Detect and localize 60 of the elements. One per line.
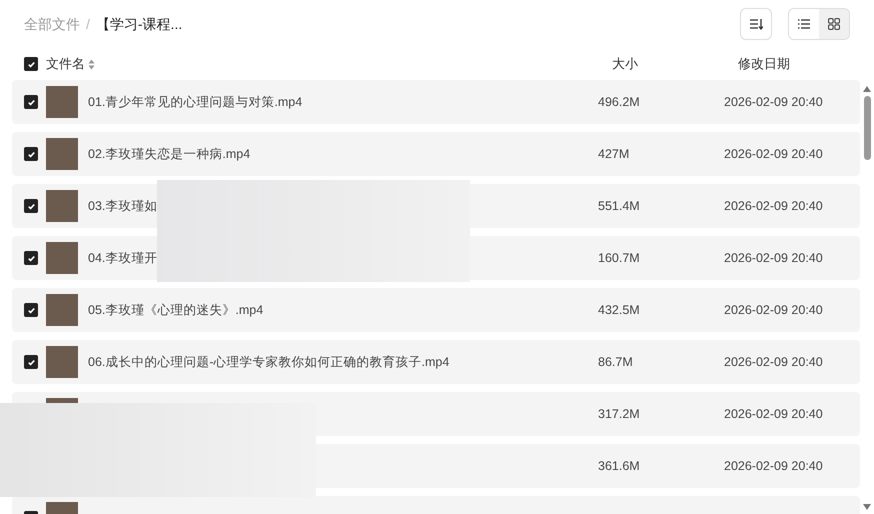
checkbox[interactable] (24, 251, 38, 265)
modified-date: 2026-02-09 20:40 (724, 406, 824, 423)
file-size: 432.5M (598, 302, 641, 319)
check-icon (26, 358, 36, 366)
file-size: 427M (598, 146, 630, 163)
modified-date: 2026-02-09 20:40 (724, 94, 824, 111)
modified-date: 2026-02-09 20:40 (724, 250, 824, 267)
check-icon (26, 202, 36, 210)
sort-button[interactable] (740, 8, 772, 40)
file-row[interactable]: 06.成长中的心理问题-心理学专家教你如何正确的教育孩子.mp4 86.7M 2026-02-09 20:40 (12, 340, 860, 384)
scroll-thumb[interactable] (864, 96, 870, 160)
list-icon (798, 19, 810, 29)
column-header: 大小 (612, 55, 639, 74)
scroll-up-icon[interactable] (863, 86, 871, 92)
modified-date: 2026-02-09 20:40 (724, 146, 824, 163)
checkbox[interactable] (24, 95, 38, 109)
file-name[interactable]: 04.李玫瑾开 (88, 248, 158, 268)
file-name[interactable]: 03.李玫瑾如 (88, 196, 158, 216)
photo-placeholder (46, 294, 78, 326)
check-icon (26, 60, 36, 68)
modified-date: 2026-02-09 20:40 (724, 302, 824, 319)
sort-arrows-icon[interactable] (88, 58, 95, 70)
check-icon (26, 254, 36, 262)
file-size: 160.7M (598, 250, 641, 267)
scroll-down-icon[interactable] (863, 504, 871, 510)
checkbox[interactable] (24, 57, 38, 71)
photo-placeholder (46, 190, 78, 222)
file-row[interactable]: 01.青少年常见的心理问题与对策.mp4 496.2M 2026-02-09 20:40 (12, 80, 860, 124)
file-row[interactable]: 02.李玫瑾失恋是一种病.mp4 427M 2026-02-09 20:40 (12, 132, 860, 176)
grid-icon (828, 18, 840, 30)
photo-placeholder (46, 346, 78, 378)
file-size: 551.4M (598, 198, 641, 215)
photo-placeholder (46, 138, 78, 170)
file-name[interactable]: 02.李玫瑾失恋是一种病.mp4 (88, 144, 250, 164)
file-name[interactable]: 05.李玫瑾《心理的迷失》.mp4 (88, 300, 264, 320)
checkbox[interactable] (24, 303, 38, 317)
file-size: 86.7M (598, 354, 634, 371)
file-name[interactable]: 06.成长中的心理问题-心理学专家教你如何正确的教育孩子.mp4 (88, 352, 450, 372)
checkbox[interactable] (24, 147, 38, 161)
file-size: 361.6M (598, 458, 641, 475)
column-header[interactable]: 文件名 (46, 54, 85, 74)
grid-view-button[interactable] (819, 9, 849, 39)
modified-date: 2026-02-09 20:40 (724, 458, 824, 475)
check-icon (26, 306, 36, 314)
modified-date: 2026-02-09 20:40 (724, 198, 824, 215)
breadcrumb-separator: / (86, 14, 90, 34)
sort-icon (749, 18, 763, 30)
breadcrumb-item[interactable]: 【学习-课程... (96, 14, 182, 34)
modified-date: 2026-02-09 20:40 (724, 354, 824, 371)
photo-placeholder (46, 242, 78, 274)
photo-placeholder (46, 86, 78, 118)
file-size: 496.2M (598, 94, 641, 111)
file-size: 317.2M (598, 406, 641, 423)
file-name[interactable]: 01.青少年常见的心理问题与对策.mp4 (88, 92, 302, 112)
check-icon (26, 150, 36, 158)
checkbox[interactable] (24, 355, 38, 369)
column-header: 修改日期 (738, 55, 791, 74)
file-row[interactable]: 05.李玫瑾《心理的迷失》.mp4 432.5M 2026-02-09 20:40 (12, 288, 860, 332)
check-icon (26, 98, 36, 106)
checkbox[interactable] (24, 199, 38, 213)
